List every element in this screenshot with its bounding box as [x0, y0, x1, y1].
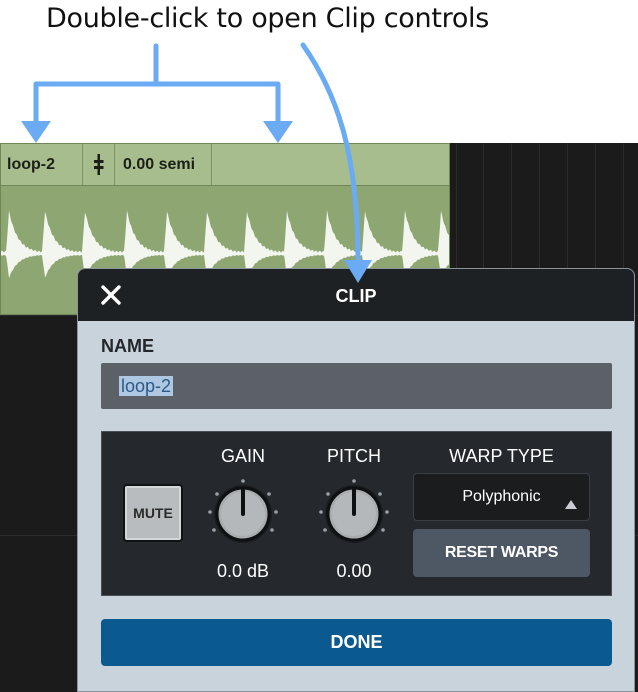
- pitch-marker-icon: [83, 144, 115, 185]
- clip-name: loop-2: [1, 144, 83, 185]
- warp-type-select[interactable]: Polyphonic: [413, 473, 590, 521]
- annotation-caption: Double-click to open Clip controls: [46, 3, 490, 34]
- warp-type-value: Polyphonic: [462, 488, 541, 505]
- clip-header[interactable]: loop-2 0.00 semi: [1, 144, 449, 186]
- name-label: NAME: [101, 336, 154, 356]
- gain-value: 0.0 dB: [216, 561, 270, 581]
- clip-controls-panel: MUTE GAIN 0.0 dB PITCH 0.00 WARP TYPE Po…: [101, 431, 612, 596]
- gain-label: GAIN: [220, 446, 265, 466]
- clip-dialog: CLIP NAME loop-2 MUTE GAIN 0.0 dB PITCH: [77, 268, 635, 692]
- gain-knob[interactable]: [203, 474, 283, 554]
- pitch-knob[interactable]: [314, 474, 394, 554]
- reset-warps-button[interactable]: RESET WARPS: [413, 529, 590, 577]
- pitch-label: PITCH: [327, 446, 381, 466]
- done-button[interactable]: DONE: [101, 619, 612, 666]
- clip-name-field[interactable]: loop-2: [101, 363, 612, 409]
- clip-pitch-readout: 0.00 semi: [115, 144, 212, 185]
- mute-button[interactable]: MUTE: [123, 484, 183, 542]
- dialog-title: CLIP: [335, 286, 377, 306]
- dialog-header: CLIP: [78, 269, 634, 321]
- dropdown-corner-icon: [565, 500, 577, 509]
- clip-name-value: loop-2: [119, 376, 174, 396]
- warp-type-label: WARP TYPE: [449, 446, 554, 466]
- pitch-value: 0.00: [336, 561, 372, 581]
